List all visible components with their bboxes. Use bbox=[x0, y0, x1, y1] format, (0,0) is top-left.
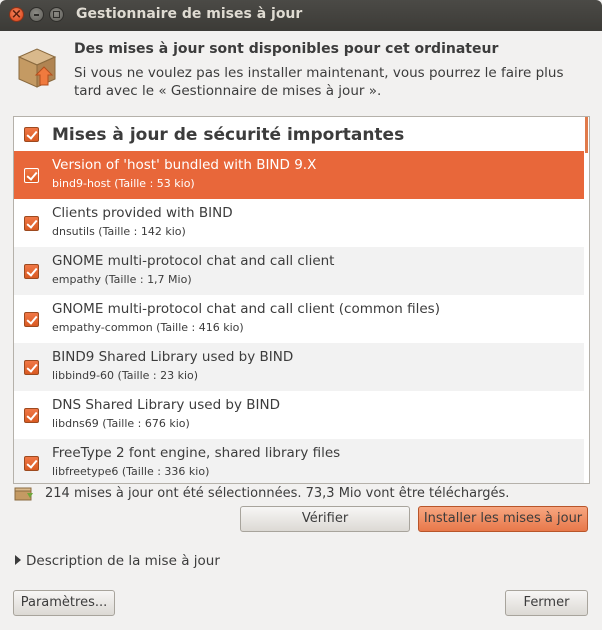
update-name: Clients provided with BIND bbox=[52, 205, 233, 221]
update-name: DNS Shared Library used by BIND bbox=[52, 397, 281, 413]
update-checkbox[interactable] bbox=[24, 168, 39, 183]
install-updates-button[interactable]: Installer les mises à jour bbox=[418, 506, 588, 532]
update-name: GNOME multi-protocol chat and call clien… bbox=[52, 253, 335, 269]
window-titlebar: Gestionnaire de mises à jour bbox=[0, 0, 602, 31]
scrollbar[interactable] bbox=[585, 117, 588, 153]
update-name: BIND9 Shared Library used by BIND bbox=[52, 349, 294, 365]
close-window-icon[interactable] bbox=[9, 7, 24, 22]
category-label: Mises à jour de sécurité importantes bbox=[52, 125, 405, 145]
update-detail: libdns69 (Taille : 676 kio) bbox=[52, 417, 190, 430]
update-detail: empathy-common (Taille : 416 kio) bbox=[52, 321, 244, 334]
update-checkbox[interactable] bbox=[24, 408, 39, 423]
expand-arrow-icon bbox=[15, 555, 21, 565]
settings-button[interactable]: Paramètres... bbox=[13, 590, 115, 616]
category-checkbox[interactable] bbox=[24, 127, 39, 142]
check-button[interactable]: Vérifier bbox=[240, 506, 410, 532]
update-detail: dnsutils (Taille : 142 kio) bbox=[52, 225, 186, 238]
update-row[interactable]: GNOME multi-protocol chat and call clien… bbox=[14, 295, 584, 343]
update-name: Version of 'host' bundled with BIND 9.X bbox=[52, 157, 317, 173]
update-row[interactable]: BIND9 Shared Library used by BIND libbin… bbox=[14, 343, 584, 391]
update-checkbox[interactable] bbox=[24, 264, 39, 279]
expander-label: Description de la mise à jour bbox=[26, 553, 220, 569]
maximize-window-icon[interactable] bbox=[49, 7, 64, 22]
minimize-window-icon[interactable] bbox=[29, 7, 44, 22]
package-icon bbox=[13, 43, 61, 91]
update-row[interactable]: DNS Shared Library used by BIND libdns69… bbox=[14, 391, 584, 439]
update-detail: libbind9-60 (Taille : 23 kio) bbox=[52, 369, 199, 382]
update-detail: bind9-host (Taille : 53 kio) bbox=[52, 177, 195, 190]
update-name: GNOME multi-protocol chat and call clien… bbox=[52, 301, 440, 317]
category-row[interactable]: Mises à jour de sécurité importantes bbox=[14, 117, 584, 151]
update-checkbox[interactable] bbox=[24, 216, 39, 231]
update-checkbox[interactable] bbox=[24, 456, 39, 471]
header-description: Si vous ne voulez pas les installer main… bbox=[74, 65, 564, 99]
update-row[interactable]: Version of 'host' bundled with BIND 9.X … bbox=[14, 151, 584, 199]
update-row[interactable]: FreeType 2 font engine, shared library f… bbox=[14, 439, 584, 483]
updates-list[interactable]: Mises à jour de sécurité importantes Ver… bbox=[13, 116, 590, 484]
header-title: Des mises à jour sont disponibles pour c… bbox=[74, 41, 499, 57]
download-package-icon bbox=[14, 486, 34, 501]
window-title: Gestionnaire de mises à jour bbox=[76, 6, 303, 22]
update-detail: libfreetype6 (Taille : 336 kio) bbox=[52, 465, 210, 478]
update-name: FreeType 2 font engine, shared library f… bbox=[52, 445, 341, 461]
update-row[interactable]: GNOME multi-protocol chat and call clien… bbox=[14, 247, 584, 295]
update-detail: empathy (Taille : 1,7 Mio) bbox=[52, 273, 192, 286]
status-text: 214 mises à jour ont été sélectionnées. … bbox=[45, 486, 510, 501]
update-row[interactable]: Clients provided with BIND dnsutils (Tai… bbox=[14, 199, 584, 247]
close-button[interactable]: Fermer bbox=[505, 590, 588, 616]
description-expander[interactable]: Description de la mise à jour bbox=[15, 553, 220, 569]
update-checkbox[interactable] bbox=[24, 312, 39, 327]
update-checkbox[interactable] bbox=[24, 360, 39, 375]
